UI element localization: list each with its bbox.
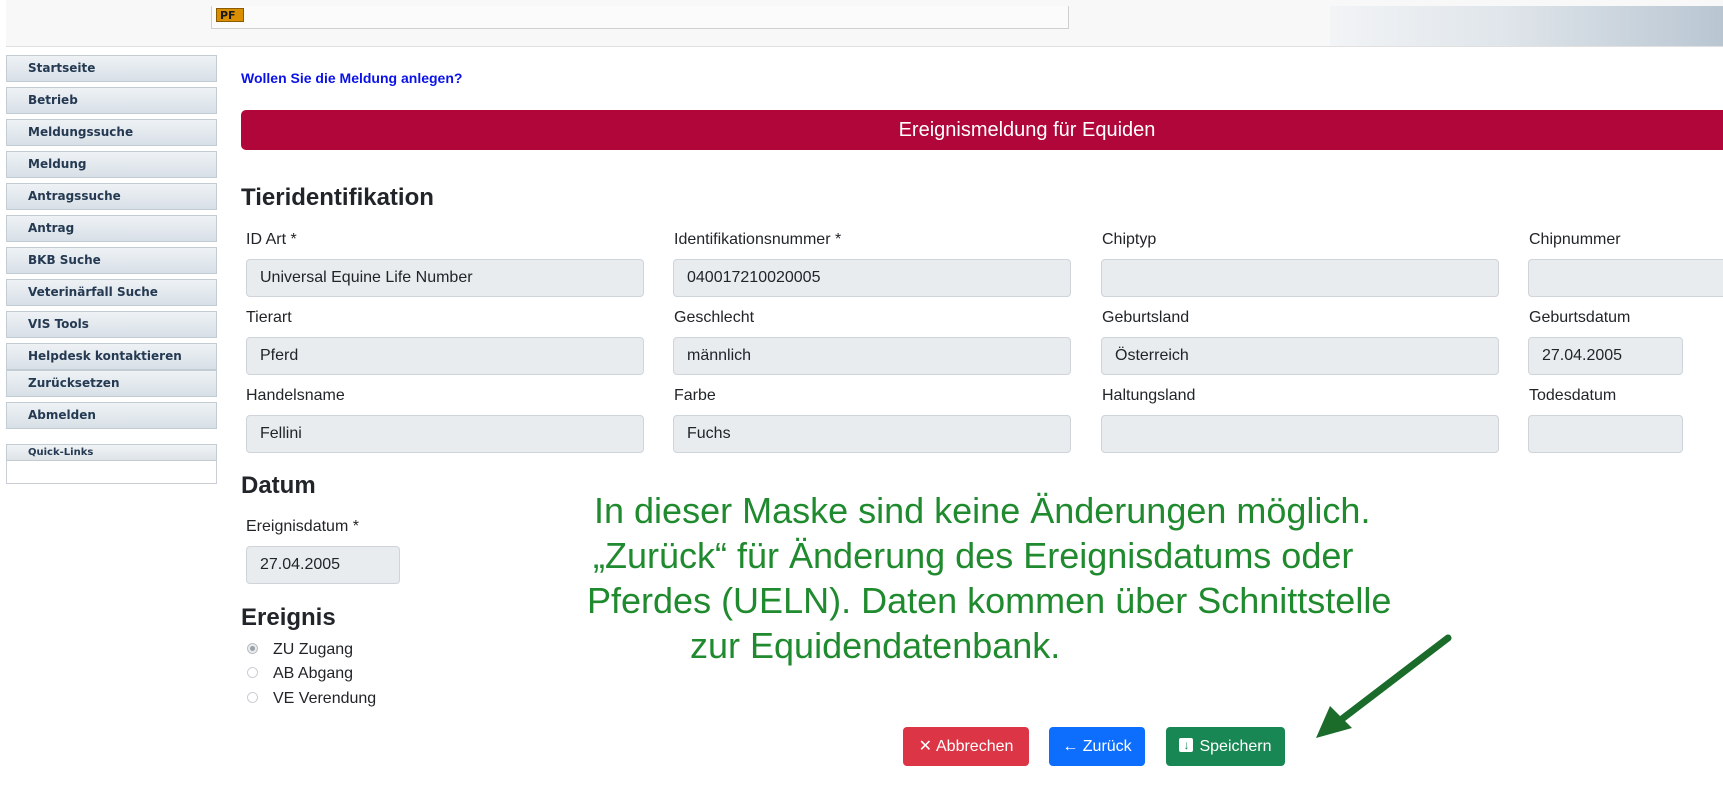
radio-unchecked-icon[interactable] [247,692,258,704]
radio-label-zu: ZU Zugang [273,641,354,658]
radio-zu-zugang[interactable]: ZU Zugang [247,640,353,660]
section-ereignis: Ereignis [241,604,336,631]
section-datum: Datum [241,472,316,499]
save-button-label: Speichern [1199,738,1272,755]
radio-ve-verendung[interactable]: VE Verendung [247,689,376,709]
radio-checked-icon[interactable] [247,643,258,655]
form-banner: Ereignismeldung für Equiden [241,110,1723,150]
radio-unchecked-icon[interactable] [247,667,258,679]
annotation-line-1: In dieser Maske sind keine Änderungen mö… [594,490,1371,531]
cancel-button-label: Abbrechen [936,738,1014,755]
geburtsdatum-field: 27.04.2005 [1528,337,1683,375]
ident-nr-field: 040017210020005 [673,259,1071,297]
sidebar-item-antragssuche[interactable]: Antragssuche [6,183,217,210]
geburtsdatum-label: Geburtsdatum [1529,309,1631,326]
quick-links-header[interactable]: Quick-Links [6,444,217,461]
sidebar-item-meldungssuche[interactable]: Meldungssuche [6,119,217,146]
chipnummer-label: Chipnummer [1529,231,1621,248]
annotation-line-3: Pferdes (UELN). Daten kommen über Schnit… [587,580,1392,621]
geburtsland-label: Geburtsland [1102,309,1190,326]
sidebar-item-veterinaerfall-suche[interactable]: Veterinärfall Suche [6,279,217,306]
geburtsland-field: Österreich [1101,337,1499,375]
section-tieridentifikation: Tieridentifikation [241,184,434,211]
radio-ab-abgang[interactable]: AB Abgang [247,664,353,684]
haltungsland-field [1101,415,1499,453]
ereignisdatum-field: 27.04.2005 [246,546,400,584]
header-decoration [1330,6,1723,46]
sidebar-item-startseite[interactable]: Startseite [6,55,217,82]
save-icon: ↓ [1179,737,1194,752]
tierart-field: Pferd [246,337,644,375]
sidebar-item-abmelden[interactable]: Abmelden [6,402,217,429]
geschlecht-field: männlich [673,337,1071,375]
radio-label-ve: VE Verendung [273,690,377,707]
handelsname-field: Fellini [246,415,644,453]
annotation-line-4: zur Equidendatenbank. [690,625,1061,666]
chiptyp-label: Chiptyp [1102,231,1157,248]
back-button-label: ← Zurück [1062,738,1132,755]
todesdatum-label: Todesdatum [1529,387,1617,404]
form-banner-title: Ereignismeldung für Equiden [898,119,1156,141]
save-button[interactable]: ↓ Speichern [1166,727,1285,766]
chiptyp-field [1101,259,1499,297]
farbe-label: Farbe [674,387,716,404]
radio-label-ab: AB Abgang [273,665,354,682]
tierart-label: Tierart [246,309,292,326]
id-art-label: ID Art * [246,231,297,248]
chipnummer-field [1528,259,1723,297]
todesdatum-field [1528,415,1683,453]
annotation-text: In dieser Maske sind keine Änderungen mö… [480,488,1391,668]
handelsname-label: Handelsname [246,387,345,404]
header-search-area [211,6,1069,29]
pf-logo: PF [216,8,244,22]
farbe-field: Fuchs [673,415,1071,453]
sidebar-item-bkb-suche[interactable]: BKB Suche [6,247,217,274]
sidebar-item-antrag[interactable]: Antrag [6,215,217,242]
geschlecht-label: Geschlecht [674,309,755,326]
close-icon: ✕ [918,738,932,755]
sidebar-item-helpdesk[interactable]: Helpdesk kontaktieren [6,343,217,370]
ereignisdatum-label: Ereignisdatum * [246,518,359,535]
sidebar-item-zuruecksetzen[interactable]: Zurücksetzen [6,370,217,397]
annotation-line-2: „Zurück“ für Änderung des Ereignisdatums… [593,535,1354,576]
haltungsland-label: Haltungsland [1102,387,1196,404]
sidebar-item-vis-tools[interactable]: VIS Tools [6,311,217,338]
cancel-button[interactable]: ✕ Abbrechen [903,727,1029,766]
sidebar-item-betrieb[interactable]: Betrieb [6,87,217,114]
annotation-arrow-icon [1316,634,1452,738]
confirm-question: Wollen Sie die Meldung anlegen? [241,70,463,86]
sidebar-item-meldung[interactable]: Meldung [6,151,217,178]
id-art-field: Universal Equine Life Number [246,259,644,297]
back-button[interactable]: ← Zurück [1049,727,1145,766]
ident-nr-label: Identifikationsnummer * [674,231,842,248]
